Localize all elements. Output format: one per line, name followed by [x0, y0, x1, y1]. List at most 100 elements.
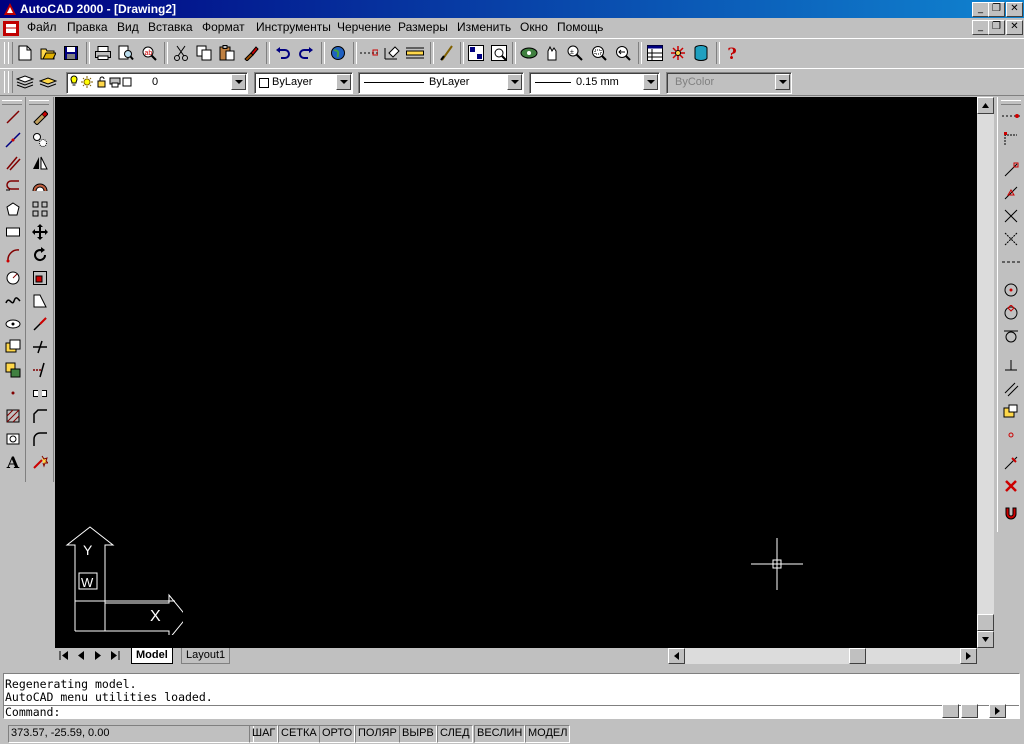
scroll-down-icon[interactable] [977, 631, 994, 648]
toolbar-grip[interactable] [8, 42, 13, 64]
mirror-icon[interactable] [29, 152, 51, 174]
redraw-icon[interactable] [436, 42, 458, 64]
aerial-view-icon[interactable] [465, 42, 487, 64]
doc-close-button[interactable]: ✕ [1006, 20, 1023, 35]
polygon-icon[interactable] [2, 198, 24, 220]
new-icon[interactable] [14, 42, 36, 64]
scroll-thumb[interactable] [977, 614, 994, 631]
design-center-icon[interactable] [667, 42, 689, 64]
spline-icon[interactable] [2, 290, 24, 312]
snap-parallel-icon[interactable] [1000, 378, 1022, 400]
linetype-dropdown-arrow-icon[interactable] [507, 74, 522, 90]
menu-window[interactable]: Окно [520, 20, 548, 34]
paste-icon[interactable] [216, 42, 238, 64]
menu-edit[interactable]: Правка [67, 20, 108, 34]
redo-icon[interactable] [295, 42, 317, 64]
help-icon[interactable]: ? [721, 42, 743, 64]
make-object-layer-current-icon[interactable] [37, 71, 59, 93]
snap-nearest-icon[interactable] [1000, 452, 1022, 474]
minimize-button[interactable]: _ [972, 2, 989, 17]
document-icon[interactable] [3, 21, 19, 36]
lineweight-dropdown-arrow-icon[interactable] [643, 74, 658, 90]
scale-icon[interactable] [29, 267, 51, 289]
cmd-scroll-thumb[interactable] [961, 704, 978, 718]
ortho-toggle[interactable]: ОРТО [319, 725, 356, 743]
snap-quadrant-icon[interactable] [1000, 302, 1022, 324]
prev-tab-icon[interactable] [74, 648, 88, 663]
3d-orbit-icon[interactable] [518, 42, 540, 64]
last-tab-icon[interactable] [108, 648, 122, 663]
trim-icon[interactable] [29, 336, 51, 358]
offset-icon[interactable] [29, 175, 51, 197]
zoom-realtime-icon[interactable]: ± [564, 42, 586, 64]
toolbar-grip[interactable] [8, 71, 13, 93]
cut-icon[interactable] [170, 42, 192, 64]
doc-minimize-button[interactable]: _ [972, 20, 989, 35]
pan-realtime-icon[interactable] [541, 42, 563, 64]
zoom-previous-icon[interactable] [612, 42, 634, 64]
drawing-canvas[interactable]: Y X W [55, 97, 977, 648]
snap-center-icon[interactable] [1000, 279, 1022, 301]
layer-dropdown[interactable]: 0 [66, 72, 248, 94]
copy-object-icon[interactable] [29, 129, 51, 151]
match-properties-icon[interactable] [240, 42, 262, 64]
circle-icon[interactable] [2, 267, 24, 289]
web-browser-icon[interactable] [327, 42, 349, 64]
doc-restore-button[interactable]: ❐ [988, 20, 1005, 35]
polar-toggle[interactable]: ПОЛЯР [355, 725, 400, 743]
explode-icon[interactable] [29, 451, 51, 473]
dbconnect-icon[interactable] [690, 42, 712, 64]
undo-icon[interactable] [272, 42, 294, 64]
scroll-right-icon[interactable] [960, 648, 977, 664]
snap-perpendicular-icon[interactable] [1000, 355, 1022, 377]
object-snap-icon[interactable] [358, 42, 380, 64]
menu-modify[interactable]: Изменить [457, 20, 511, 34]
multiline-icon[interactable] [2, 152, 24, 174]
layers-icon[interactable] [14, 71, 36, 93]
menu-tools[interactable]: Инструменты [256, 20, 331, 34]
zoom-window-icon[interactable] [588, 42, 610, 64]
snap-tangent-icon[interactable] [1000, 325, 1022, 347]
command-history[interactable]: Regenerating model. AutoCAD menu utiliti… [3, 673, 1020, 719]
menu-dimension[interactable]: Размеры [398, 20, 448, 34]
lengthen-icon[interactable] [29, 313, 51, 335]
rectangle-icon[interactable] [2, 221, 24, 243]
move-icon[interactable] [29, 221, 51, 243]
spell-check-icon[interactable]: ab [138, 42, 160, 64]
point-icon[interactable] [2, 382, 24, 404]
chamfer-icon[interactable] [29, 405, 51, 427]
menu-help[interactable]: Помощь [557, 20, 603, 34]
line-icon[interactable] [2, 106, 24, 128]
snap-toggle[interactable]: ШАГ [249, 725, 279, 743]
hatch-icon[interactable] [2, 405, 24, 427]
restore-button[interactable]: ❐ [988, 2, 1005, 17]
insert-block-icon[interactable] [2, 336, 24, 358]
menu-file[interactable]: Файл [27, 20, 57, 34]
layer-dropdown-arrow-icon[interactable] [231, 74, 246, 90]
linetype-dropdown[interactable]: ByLayer [358, 72, 524, 94]
open-icon[interactable] [37, 42, 59, 64]
menu-insert[interactable]: Вставка [148, 20, 193, 34]
snap-extension-icon[interactable] [1000, 251, 1022, 273]
snap-none-icon[interactable] [1000, 475, 1022, 497]
color-dropdown-arrow-icon[interactable] [336, 74, 351, 90]
otrack-toggle[interactable]: СЛЕД [437, 725, 473, 743]
array-icon[interactable] [29, 198, 51, 220]
horizontal-scrollbar[interactable] [668, 648, 977, 664]
extend-icon[interactable] [29, 359, 51, 381]
first-tab-icon[interactable] [57, 648, 71, 663]
color-dropdown[interactable]: ByLayer [254, 72, 353, 94]
snap-intersection-icon[interactable] [1000, 205, 1022, 227]
close-button[interactable]: ✕ [1006, 2, 1023, 17]
cmd-scroll-left-icon[interactable] [942, 704, 959, 718]
command-prompt-row[interactable]: Command: [4, 705, 1019, 719]
cmd-scroll-right-icon[interactable] [989, 704, 1006, 718]
make-block-icon[interactable] [2, 359, 24, 381]
erase-icon[interactable] [29, 106, 51, 128]
save-icon[interactable] [60, 42, 82, 64]
coordinates-display[interactable]: 373.57, -25.59, 0.00 [8, 725, 254, 743]
osnap-settings-icon[interactable] [1000, 503, 1022, 525]
osnap-toggle[interactable]: ВЫРВ [399, 725, 437, 743]
arc-icon[interactable] [2, 244, 24, 266]
model-toggle[interactable]: МОДЕЛ [525, 725, 571, 743]
